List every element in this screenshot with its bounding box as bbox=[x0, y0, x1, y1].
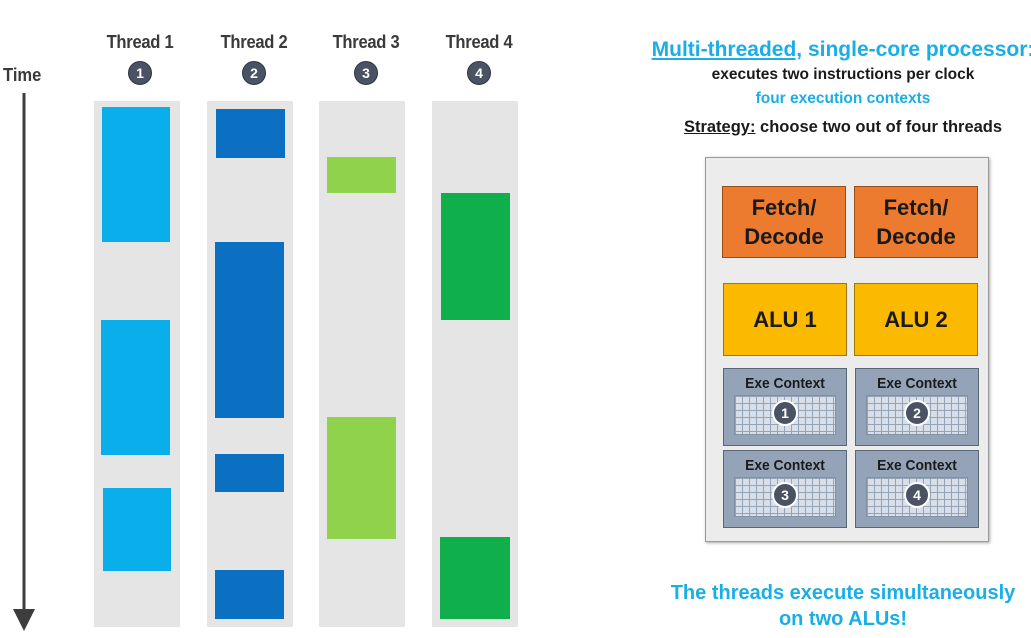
thread-4-badge: 4 bbox=[467, 61, 491, 85]
thread-1-title: Thread 1 bbox=[106, 32, 174, 52]
thread-2-exec-block bbox=[215, 242, 284, 418]
thread-2-exec-block bbox=[215, 570, 284, 619]
strategy-text: choose two out of four threads bbox=[755, 118, 1003, 136]
alu-1: ALU 1 bbox=[723, 283, 847, 356]
processor-core-diagram: Fetch/ Decode Fetch/ Decode ALU 1 ALU 2 … bbox=[705, 157, 989, 542]
exe-context-2: Exe Context 2 bbox=[855, 368, 979, 446]
panel-title-rest: single-core processor: bbox=[802, 38, 1031, 61]
thread-2-exec-block bbox=[216, 109, 285, 158]
context-badge: 3 bbox=[772, 482, 798, 508]
exe-context-3: Exe Context 3 bbox=[723, 450, 847, 528]
thread-1-exec-block bbox=[103, 488, 171, 571]
time-axis-label: Time bbox=[3, 65, 42, 85]
thread-4-exec-block bbox=[440, 537, 510, 619]
fetch-decode-unit-1: Fetch/ Decode bbox=[722, 186, 846, 258]
time-arrow-icon bbox=[13, 93, 35, 631]
panel-title-underlined: Multi-threaded, bbox=[651, 38, 803, 61]
strategy-label: Strategy: bbox=[683, 118, 756, 136]
exe-context-1: Exe Context 1 bbox=[723, 368, 847, 446]
exe-context-label: Exe Context bbox=[877, 375, 957, 392]
thread-3-exec-block bbox=[327, 157, 396, 193]
panel-title: Multi-threaded, single-core processor: bbox=[640, 38, 1031, 62]
thread-3-lane bbox=[319, 101, 405, 627]
footer-line-1: The threads execute simultaneously bbox=[670, 582, 1016, 604]
thread-3-badge: 3 bbox=[354, 61, 378, 85]
thread-4-lane bbox=[432, 101, 518, 627]
exe-context-4: Exe Context 4 bbox=[855, 450, 979, 528]
thread-1-lane bbox=[94, 101, 180, 627]
thread-3-title: Thread 3 bbox=[332, 32, 400, 52]
thread-4-title: Thread 4 bbox=[445, 32, 513, 52]
exe-context-label: Exe Context bbox=[745, 375, 825, 392]
thread-3-exec-block bbox=[327, 417, 396, 539]
context-badge: 4 bbox=[904, 482, 930, 508]
thread-1-badge: 1 bbox=[128, 61, 152, 85]
panel-strategy: Strategy: choose two out of four threads bbox=[640, 118, 1031, 137]
fetch-decode-unit-2: Fetch/ Decode bbox=[854, 186, 978, 258]
panel-subtitle: executes two instructions per clock bbox=[711, 66, 975, 83]
exe-context-label: Exe Context bbox=[877, 457, 957, 474]
alu-2: ALU 2 bbox=[854, 283, 978, 356]
thread-2-title: Thread 2 bbox=[220, 32, 288, 52]
thread-2-badge: 2 bbox=[242, 61, 266, 85]
footer-caption: The threads execute simultaneously on tw… bbox=[640, 580, 1031, 632]
context-badge: 2 bbox=[904, 400, 930, 426]
thread-1-exec-block bbox=[101, 320, 170, 455]
thread-2-exec-block bbox=[215, 454, 284, 492]
thread-1-exec-block bbox=[102, 107, 170, 242]
footer-line-2: on two ALUs! bbox=[778, 608, 908, 630]
context-badge: 1 bbox=[772, 400, 798, 426]
thread-4-exec-block bbox=[441, 193, 510, 320]
panel-contexts-note: four execution contexts bbox=[755, 90, 931, 107]
exe-context-label: Exe Context bbox=[745, 457, 825, 474]
thread-2-lane bbox=[207, 101, 293, 627]
